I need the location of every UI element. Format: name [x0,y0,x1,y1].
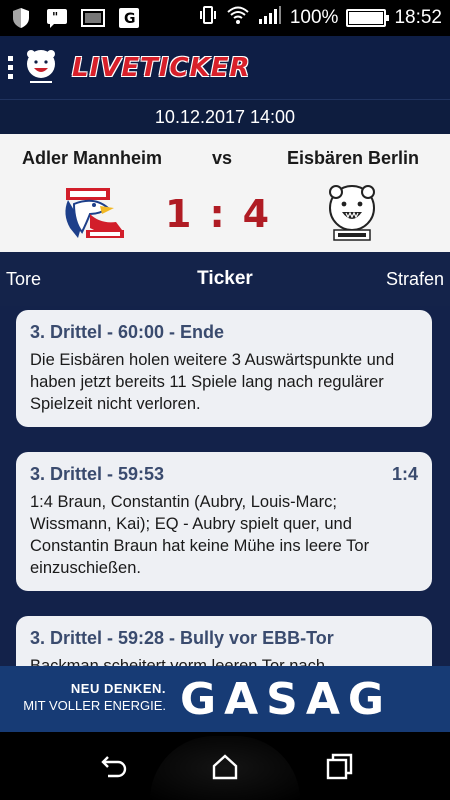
ticker-card-score: 1:4 [391,464,418,484]
match-scoreboard: Adler Mannheim vs Eisbären Berlin 1:4 [0,134,450,252]
club-logo [27,49,55,85]
shield-icon [8,7,34,29]
home-team-crest [65,188,124,238]
match-score: 1:4 [165,192,285,236]
score-separator: : [209,192,243,236]
ticker-card-heading: 3. Drittel - 59:53 [30,464,165,484]
score-home: 1 [165,192,210,236]
ticker-card[interactable]: 3. Drittel - 59:28 - Bully vor EBB-Tor B… [16,616,432,666]
signal-icon [258,5,282,31]
clock: 18:52 [394,7,442,28]
tab-bar: Tore Ticker Strafen [0,252,450,306]
match-datetime: 10.12.2017 14:00 [0,100,450,134]
google-app-icon: G [116,7,142,29]
ticker-card-text: 1:4 Braun, Constantin (Aubry, Louis-Marc… [30,493,370,577]
home-team-name: Adler Mannheim [22,148,163,168]
away-team-crest [329,185,375,241]
wifi-icon [226,5,250,31]
app-header: LIVETICKER [0,36,450,100]
away-team-name: Eisbären Berlin [286,148,419,168]
ticker-card[interactable]: 3. Drittel - 60:00 - Ende Die Eisbären h… [16,310,432,427]
tab-ticker[interactable]: Ticker [0,268,450,290]
app-title: LIVETICKER [72,52,251,83]
ad-slogan-line2: MIT VOLLER ENERGIE. [23,698,166,713]
tab-strafen[interactable]: Strafen [386,269,444,290]
image-icon [80,7,106,29]
chat-bubble-icon: " [44,7,70,29]
vibrate-icon [198,5,218,31]
score-away: 4 [242,192,288,236]
system-nav-bar [0,732,450,800]
svg-text:G: G [124,11,136,27]
ticker-card-heading: 3. Drittel - 59:28 - Bully vor EBB-Tor [30,628,334,648]
battery-icon [346,9,390,27]
ticker-card-heading: 3. Drittel - 60:00 - Ende [30,322,225,342]
home-icon[interactable] [208,750,242,784]
menu-icon[interactable] [8,56,22,79]
ticker-card[interactable]: 3. Drittel - 59:53 1:4 1:4 Braun, Constan… [16,452,432,591]
ad-slogan-line1: NEU DENKEN. [70,681,166,696]
app-screen: " G 100% 18:52 LIVETICKER 10.12.2017 14:… [0,0,450,800]
ad-brand-logo: GASAG [180,674,393,725]
ad-banner[interactable]: NEU DENKEN. MIT VOLLER ENERGIE. GASAG [0,666,450,732]
recent-apps-icon[interactable] [322,750,356,784]
svg-text:": " [52,10,58,24]
vs-label: vs [212,148,233,168]
status-bar: " G 100% 18:52 [0,0,450,36]
ticker-card-text: Backman scheitert vorm leeren Tor nach [30,657,325,666]
ticker-list[interactable]: 3. Drittel - 60:00 - Ende Die Eisbären h… [0,306,450,666]
back-icon[interactable] [96,750,130,784]
ticker-card-text: Die Eisbären holen weitere 3 Auswärtspun… [30,351,395,413]
battery-percent: 100% [289,7,339,28]
